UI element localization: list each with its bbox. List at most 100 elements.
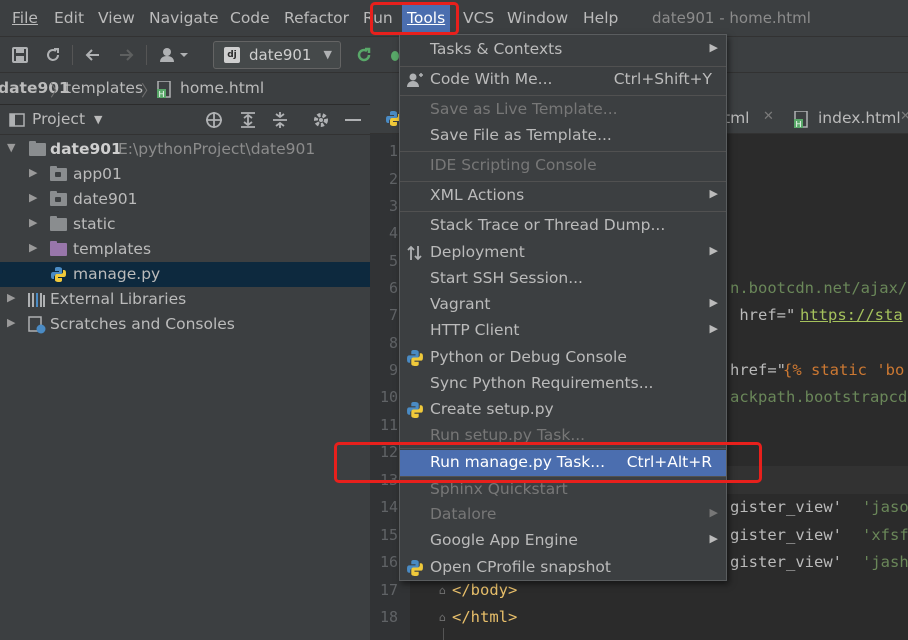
fold-icon[interactable]: ⌂ bbox=[439, 584, 446, 597]
tree-item-static[interactable]: ▶ static bbox=[0, 212, 370, 237]
minimize-icon[interactable] bbox=[345, 119, 361, 121]
menu-item-open-cprofile[interactable]: Open CProfile snapshot bbox=[400, 555, 726, 581]
rerun-icon[interactable] bbox=[352, 43, 376, 67]
package-folder-icon bbox=[50, 191, 67, 206]
submenu-arrow-icon: ▶ bbox=[709, 296, 718, 309]
menu-item-code-with-me[interactable]: Code With Me... Ctrl+Shift+Y bbox=[400, 67, 726, 93]
close-icon[interactable]: ✕ bbox=[763, 109, 774, 124]
tree-item-manage-py[interactable]: manage.py bbox=[0, 262, 370, 287]
menu-item-label: Datalore bbox=[430, 505, 497, 523]
python-icon bbox=[406, 349, 424, 367]
tools-dropdown-menu: Tasks & Contexts ▶ Code With Me... Ctrl+… bbox=[399, 34, 727, 581]
save-all-icon[interactable] bbox=[8, 43, 32, 67]
run-config-selector[interactable]: dj date901 ▼ bbox=[213, 41, 341, 69]
menu-item-label: Vagrant bbox=[430, 295, 491, 313]
menu-item-tasks-contexts[interactable]: Tasks & Contexts ▶ bbox=[400, 37, 726, 63]
code-line-16b: 'jash bbox=[862, 553, 908, 571]
breadcrumb-separator-icon: 〉 bbox=[50, 82, 66, 100]
code-line-7a: href=" bbox=[730, 306, 796, 324]
chevron-right-icon: ▶ bbox=[29, 166, 38, 179]
locate-target-icon[interactable] bbox=[205, 111, 223, 133]
menu-item-save-file-template[interactable]: Save File as Template... bbox=[400, 123, 726, 149]
menu-item-google-app-engine[interactable]: Google App Engine ▶ bbox=[400, 528, 726, 554]
breadcrumb-file[interactable]: home.html bbox=[180, 79, 264, 97]
back-arrow-icon[interactable] bbox=[81, 43, 105, 67]
folder-icon bbox=[50, 216, 67, 231]
code-with-me-icon bbox=[406, 71, 424, 89]
chevron-right-icon: ▶ bbox=[29, 191, 38, 204]
submenu-arrow-icon: ▶ bbox=[709, 187, 718, 200]
menu-item-vagrant[interactable]: Vagrant ▶ bbox=[400, 292, 726, 318]
scratches-icon bbox=[28, 316, 46, 338]
tree-item-external-libraries[interactable]: ▶ External Libraries bbox=[0, 287, 370, 312]
indent-guide bbox=[443, 628, 444, 640]
code-line-18: </html> bbox=[452, 608, 518, 626]
line-number: 1 bbox=[388, 142, 398, 160]
menu-separator bbox=[400, 95, 726, 96]
gear-icon[interactable] bbox=[312, 111, 330, 133]
menu-file[interactable]: File bbox=[12, 9, 38, 27]
menu-item-label: IDE Scripting Console bbox=[430, 156, 597, 174]
menu-item-python-console[interactable]: Python or Debug Console bbox=[400, 345, 726, 371]
tree-item-app01[interactable]: ▶ app01 bbox=[0, 162, 370, 187]
code-line-6: n.bootcdn.net/ajax/ bbox=[730, 279, 908, 297]
menu-navigate[interactable]: Navigate bbox=[149, 9, 219, 27]
tree-item-scratches[interactable]: ▶ Scratches and Consoles bbox=[0, 312, 370, 337]
menu-item-ssh[interactable]: Start SSH Session... bbox=[400, 266, 726, 292]
menu-vcs[interactable]: VCS bbox=[463, 9, 494, 27]
menu-item-deployment[interactable]: Deployment ▶ bbox=[400, 240, 726, 266]
menu-item-ide-scripting: IDE Scripting Console bbox=[400, 153, 726, 179]
tree-item-date901[interactable]: ▶ date901 bbox=[0, 187, 370, 212]
menu-refactor[interactable]: Refactor bbox=[284, 9, 349, 27]
chevron-down-icon: ▼ bbox=[323, 48, 332, 61]
submenu-arrow-icon: ▶ bbox=[709, 506, 718, 519]
menu-item-label: Sync Python Requirements... bbox=[430, 374, 654, 392]
menu-item-label: Deployment bbox=[430, 243, 525, 261]
sync-icon[interactable] bbox=[41, 43, 65, 67]
menu-item-create-setup[interactable]: Create setup.py bbox=[400, 397, 726, 423]
menu-help[interactable]: Help bbox=[583, 9, 618, 27]
project-panel: Project ▼ ▼ date901 E:\pythonProject\dat… bbox=[0, 104, 370, 640]
menu-item-sync-requirements[interactable]: Sync Python Requirements... bbox=[400, 371, 726, 397]
menu-code[interactable]: Code bbox=[230, 9, 270, 27]
html-file-icon: H bbox=[794, 110, 810, 133]
menu-view[interactable]: View bbox=[98, 9, 135, 27]
menu-window[interactable]: Window bbox=[507, 9, 568, 27]
expand-all-icon[interactable] bbox=[239, 111, 257, 133]
menu-item-save-live-template: Save as Live Template... bbox=[400, 97, 726, 123]
code-line-14b: 'jaso bbox=[862, 498, 908, 516]
templates-folder-icon bbox=[50, 241, 67, 256]
annotation-box-run-manage bbox=[334, 442, 762, 483]
breadcrumb-folder[interactable]: templates bbox=[65, 79, 143, 97]
project-panel-title[interactable]: Project bbox=[32, 110, 85, 128]
tab-index-html[interactable]: index.html bbox=[818, 109, 901, 127]
code-line-17: </body> bbox=[452, 581, 518, 599]
chevron-down-icon[interactable]: ▼ bbox=[94, 113, 102, 126]
python-file-icon bbox=[50, 266, 67, 287]
menu-item-label: Tasks & Contexts bbox=[430, 40, 563, 58]
forward-arrow-icon[interactable] bbox=[114, 43, 138, 67]
svg-text:H: H bbox=[796, 120, 802, 129]
menu-item-http-client[interactable]: HTTP Client ▶ bbox=[400, 318, 726, 344]
tree-item-templates[interactable]: ▶ templates bbox=[0, 237, 370, 262]
submenu-arrow-icon: ▶ bbox=[709, 41, 718, 54]
line-number: 5 bbox=[388, 252, 398, 270]
line-number: 2 bbox=[388, 170, 398, 188]
submenu-arrow-icon: ▶ bbox=[709, 532, 718, 545]
menu-item-xml-actions[interactable]: XML Actions ▶ bbox=[400, 183, 726, 209]
line-number: 16 bbox=[379, 553, 398, 571]
close-icon[interactable]: ✕ bbox=[900, 109, 908, 124]
tree-item-root[interactable]: ▼ date901 E:\pythonProject\date901 bbox=[0, 137, 370, 162]
chevron-down-icon: ▼ bbox=[7, 141, 16, 154]
tab-home-html[interactable]: tml bbox=[724, 109, 749, 127]
menu-item-datalore: Datalore ▶ bbox=[400, 502, 726, 528]
folder-icon bbox=[29, 141, 46, 156]
menu-item-stack-trace[interactable]: Stack Trace or Thread Dump... bbox=[400, 213, 726, 239]
chevron-right-icon: ▶ bbox=[7, 291, 16, 304]
window-title: date901 - home.html bbox=[652, 9, 811, 27]
fold-icon[interactable]: ⌂ bbox=[439, 611, 446, 624]
user-dropdown-icon[interactable] bbox=[156, 43, 192, 67]
collapse-all-icon[interactable] bbox=[271, 111, 289, 133]
menu-edit[interactable]: Edit bbox=[54, 9, 84, 27]
chevron-right-icon: ▶ bbox=[7, 316, 16, 329]
